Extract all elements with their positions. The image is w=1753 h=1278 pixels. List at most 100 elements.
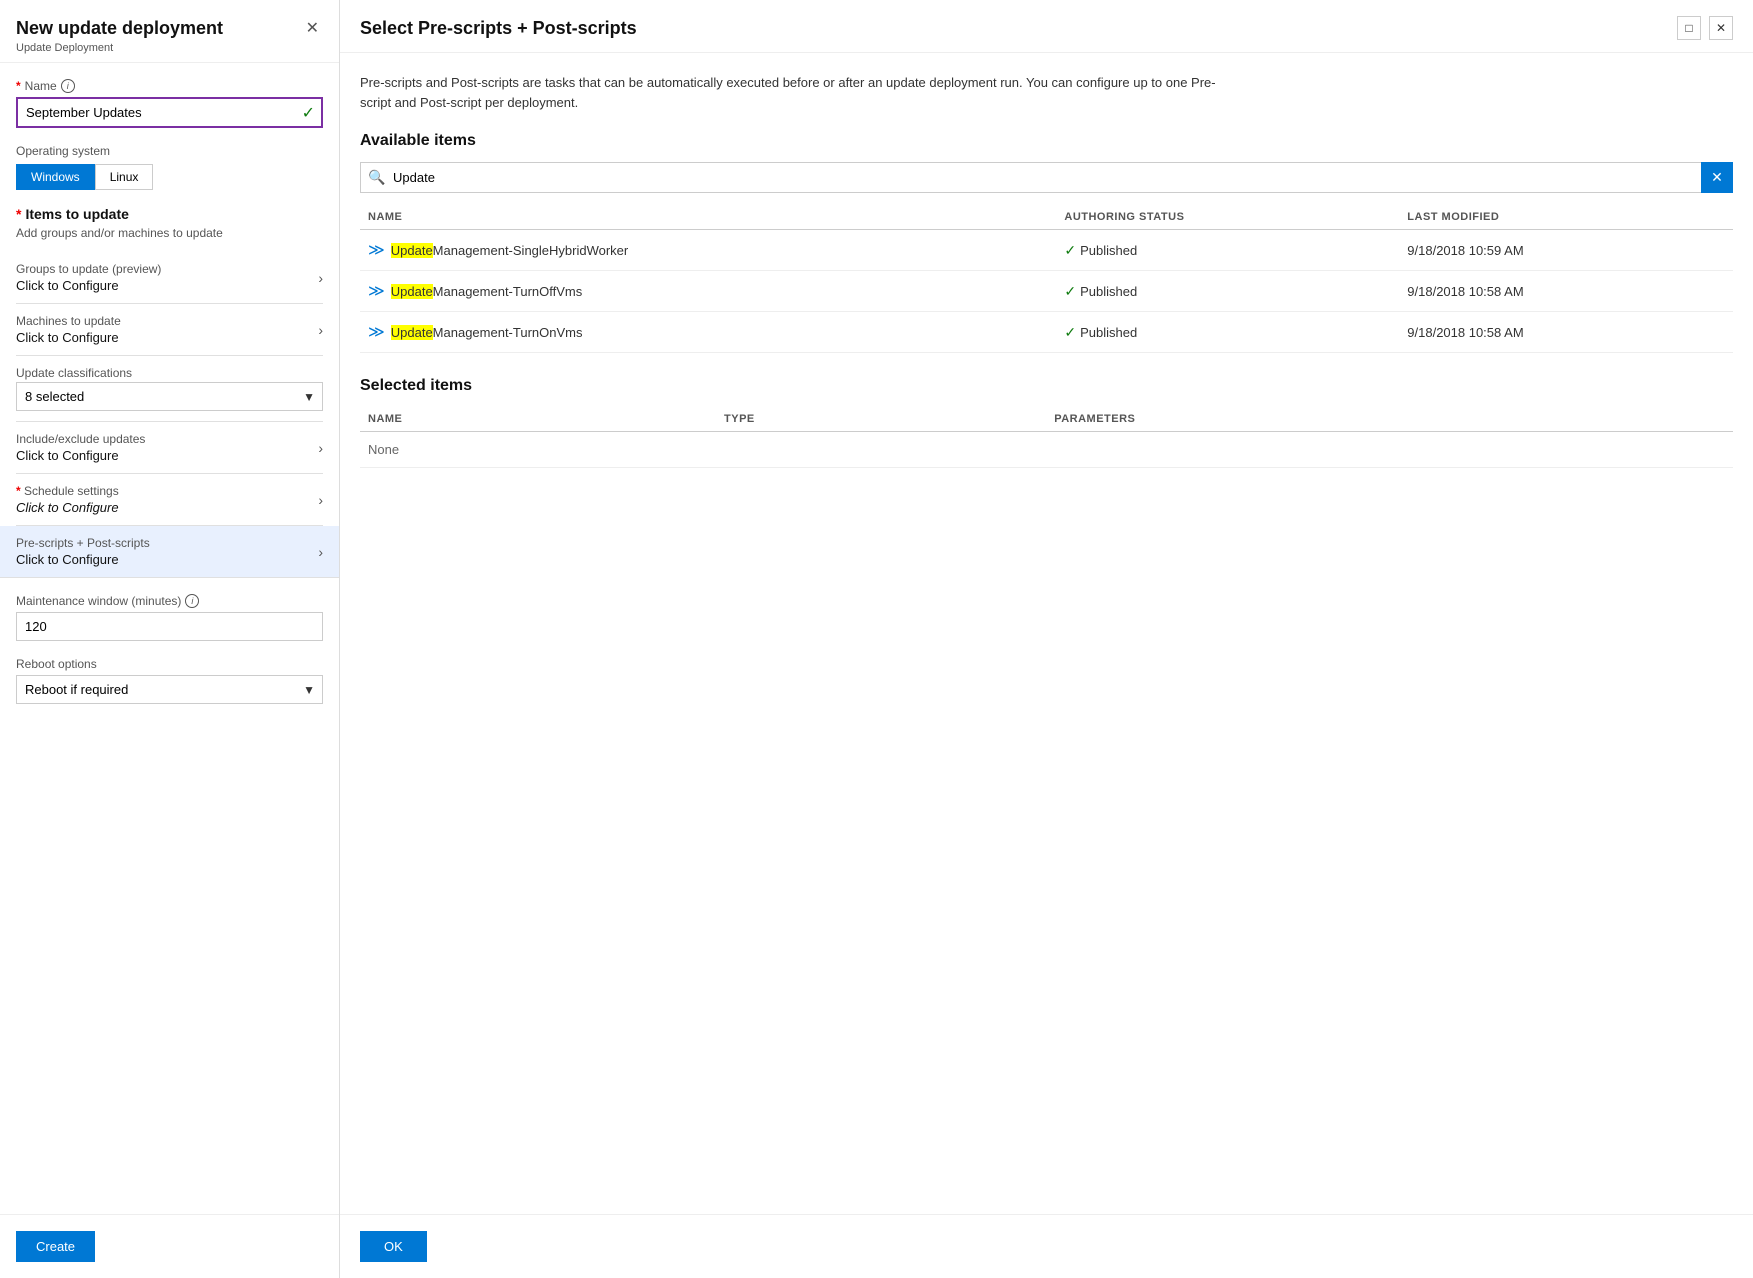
right-body: Pre-scripts and Post-scripts are tasks t…: [340, 53, 1753, 1214]
classifications-label: Update classifications: [16, 366, 323, 380]
pre-post-chevron-icon: ›: [318, 544, 323, 560]
schedule-required-star: *: [16, 484, 21, 498]
script-icon: ≫: [368, 281, 385, 301]
available-table-body: ≫ UpdateManagement-SingleHybridWorker ✓ …: [360, 230, 1733, 353]
table-row[interactable]: ≫ UpdateManagement-TurnOnVms ✓ Published…: [360, 312, 1733, 353]
pre-post-label: Pre-scripts + Post-scripts: [16, 536, 150, 550]
panel-title: New update deployment: [16, 18, 223, 39]
name-highlight: Update: [391, 284, 433, 299]
os-buttons: Windows Linux: [16, 164, 323, 190]
groups-value: Click to Configure: [16, 278, 161, 293]
os-linux-button[interactable]: Linux: [95, 164, 154, 190]
left-panel: New update deployment ✕ Update Deploymen…: [0, 0, 340, 1278]
row1-name-cell: ≫ UpdateManagement-SingleHybridWorker: [360, 230, 1056, 271]
classifications-select[interactable]: 8 selected: [16, 382, 323, 411]
classifications-dropdown-wrapper: 8 selected ▼: [16, 382, 323, 411]
pre-post-config-item[interactable]: Pre-scripts + Post-scripts Click to Conf…: [0, 526, 339, 578]
schedule-config-item[interactable]: * Schedule settings Click to Configure ›: [16, 474, 323, 526]
schedule-label: * Schedule settings: [16, 484, 119, 498]
right-panel: Select Pre-scripts + Post-scripts □ ✕ Pr…: [340, 0, 1753, 1278]
right-close-button[interactable]: ✕: [1709, 16, 1733, 40]
selected-items-table: NAME TYPE PARAMETERS None: [360, 407, 1733, 468]
selected-table-body: None: [360, 432, 1733, 468]
table-row[interactable]: ≫ UpdateManagement-TurnOffVms ✓ Publishe…: [360, 271, 1733, 312]
published-check-icon: ✓: [1064, 242, 1076, 259]
close-button[interactable]: ✕: [302, 16, 323, 40]
maximize-button[interactable]: □: [1677, 16, 1701, 40]
search-wrapper: 🔍 ✕: [360, 162, 1733, 193]
machines-chevron-icon: ›: [318, 322, 323, 338]
row3-status-cell: ✓ Published: [1056, 312, 1399, 353]
selected-col-name: NAME: [360, 407, 716, 432]
include-exclude-config-item[interactable]: Include/exclude updates Click to Configu…: [16, 422, 323, 474]
row2-name-cell: ≫ UpdateManagement-TurnOffVms: [360, 271, 1056, 312]
reboot-options-section: Reboot options Reboot if required Never …: [16, 657, 323, 704]
reboot-select[interactable]: Reboot if required Never reboot Always r…: [16, 675, 323, 704]
groups-chevron-icon: ›: [318, 270, 323, 286]
name-highlight: Update: [391, 325, 433, 340]
os-section: Operating system Windows Linux: [16, 144, 323, 190]
required-star: *: [16, 79, 21, 93]
right-header: Select Pre-scripts + Post-scripts □ ✕: [340, 0, 1753, 53]
machines-value: Click to Configure: [16, 330, 121, 345]
selected-items-heading: Selected items: [360, 377, 1733, 395]
maintenance-input[interactable]: [16, 612, 323, 641]
include-exclude-value: Click to Configure: [16, 448, 145, 463]
description-text: Pre-scripts and Post-scripts are tasks t…: [360, 73, 1220, 112]
ok-button[interactable]: OK: [360, 1231, 427, 1262]
selected-items-table-wrapper: NAME TYPE PARAMETERS None: [360, 407, 1733, 468]
classifications-config-item: Update classifications 8 selected ▼: [16, 356, 323, 422]
row3-modified-cell: 9/18/2018 10:58 AM: [1399, 312, 1733, 353]
os-windows-button[interactable]: Windows: [16, 164, 95, 190]
panel-subtitle: Update Deployment: [16, 42, 323, 54]
script-icon: ≫: [368, 322, 385, 342]
table-row[interactable]: ≫ UpdateManagement-SingleHybridWorker ✓ …: [360, 230, 1733, 271]
available-items-heading: Available items: [360, 132, 1733, 150]
left-header: New update deployment ✕ Update Deploymen…: [0, 0, 339, 63]
name-info-icon[interactable]: i: [61, 79, 75, 93]
available-col-modified: LAST MODIFIED: [1399, 205, 1733, 230]
script-icon: ≫: [368, 240, 385, 260]
name-input-wrapper: ✓: [16, 97, 323, 128]
maintenance-info-icon[interactable]: i: [185, 594, 199, 608]
items-to-update-section: * Items to update Add groups and/or mach…: [16, 206, 323, 578]
machines-config-item[interactable]: Machines to update Click to Configure ›: [16, 304, 323, 356]
search-input[interactable]: [360, 162, 1733, 193]
schedule-chevron-icon: ›: [318, 492, 323, 508]
selected-col-type: TYPE: [716, 407, 1046, 432]
groups-config-item[interactable]: Groups to update (preview) Click to Conf…: [16, 252, 323, 304]
table-row: None: [360, 432, 1733, 468]
row1-status-cell: ✓ Published: [1056, 230, 1399, 271]
include-exclude-chevron-icon: ›: [318, 440, 323, 456]
maintenance-label: Maintenance window (minutes) i: [16, 594, 323, 608]
create-button[interactable]: Create: [16, 1231, 95, 1262]
none-cell: None: [360, 432, 1733, 468]
available-items-table: NAME AUTHORING STATUS LAST MODIFIED ≫ Up…: [360, 205, 1733, 353]
available-table-header: NAME AUTHORING STATUS LAST MODIFIED: [360, 205, 1733, 230]
items-to-update-subtitle: Add groups and/or machines to update: [16, 226, 323, 240]
right-header-actions: □ ✕: [1677, 16, 1733, 40]
pre-post-value: Click to Configure: [16, 552, 150, 567]
left-footer: Create: [0, 1214, 339, 1278]
left-header-title: New update deployment ✕: [16, 16, 323, 40]
selected-col-parameters: PARAMETERS: [1046, 407, 1733, 432]
checkmark-icon: ✓: [302, 103, 315, 123]
available-col-name: NAME: [360, 205, 1056, 230]
selected-table-header: NAME TYPE PARAMETERS: [360, 407, 1733, 432]
none-text: None: [368, 442, 399, 457]
row2-status-cell: ✓ Published: [1056, 271, 1399, 312]
name-input[interactable]: [16, 97, 323, 128]
row1-modified-cell: 9/18/2018 10:59 AM: [1399, 230, 1733, 271]
published-check-icon: ✓: [1064, 324, 1076, 341]
groups-label: Groups to update (preview): [16, 262, 161, 276]
row2-modified-cell: 9/18/2018 10:58 AM: [1399, 271, 1733, 312]
right-footer: OK: [340, 1214, 1753, 1278]
name-label: * Name i: [16, 79, 323, 93]
search-icon: 🔍: [368, 169, 385, 186]
reboot-label: Reboot options: [16, 657, 323, 671]
row3-name-cell: ≫ UpdateManagement-TurnOnVms: [360, 312, 1056, 353]
reboot-dropdown-wrapper: Reboot if required Never reboot Always r…: [16, 675, 323, 704]
available-items-table-wrapper: NAME AUTHORING STATUS LAST MODIFIED ≫ Up…: [360, 205, 1733, 353]
os-label: Operating system: [16, 144, 323, 158]
search-clear-button[interactable]: ✕: [1701, 162, 1733, 193]
